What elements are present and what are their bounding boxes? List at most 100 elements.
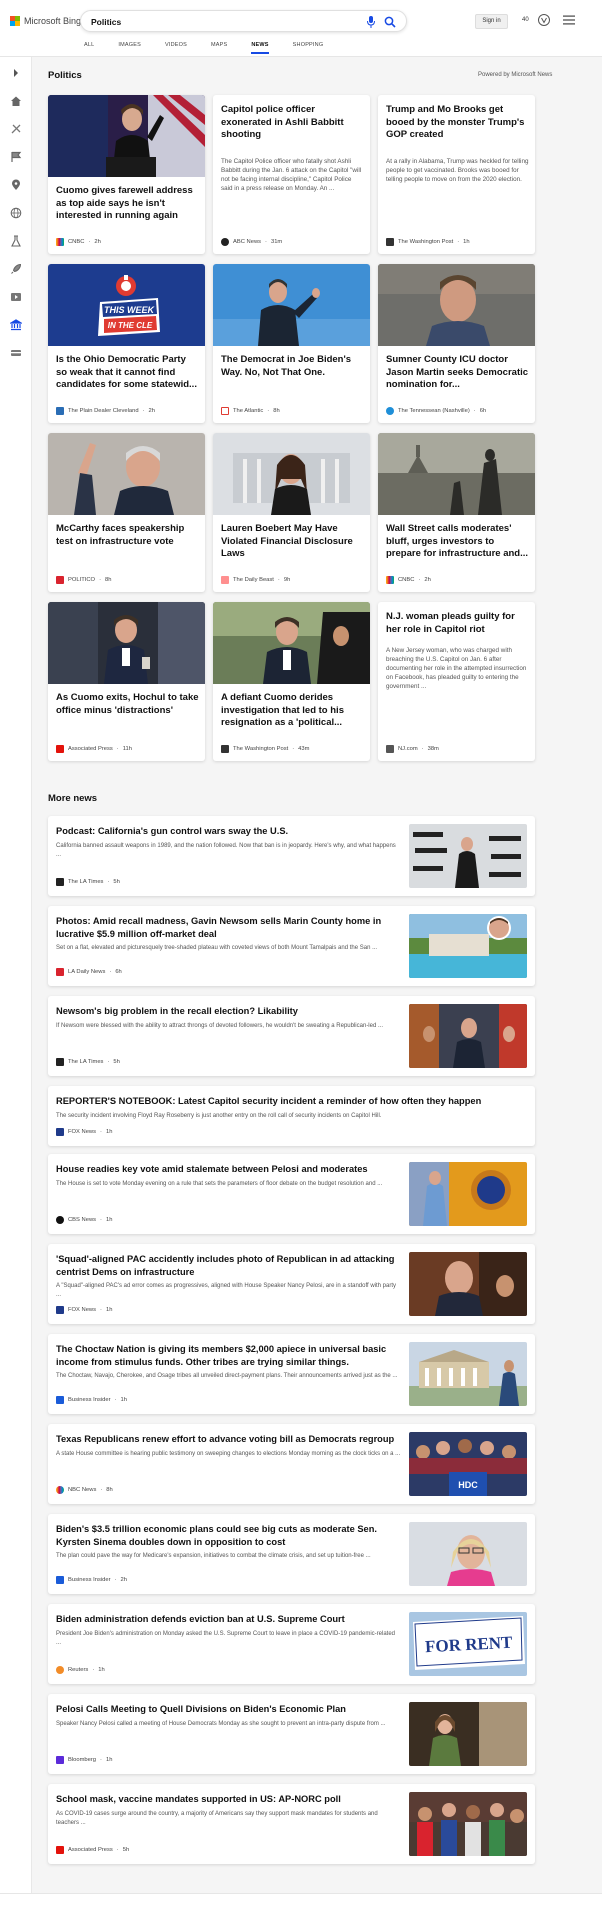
tab-videos[interactable]: VIDEOS	[165, 40, 187, 54]
card-title[interactable]: Sumner County ICU doctor Jason Martin se…	[386, 354, 529, 392]
card-title[interactable]: McCarthy faces speakership test on infra…	[56, 523, 199, 548]
news-list-item[interactable]: Pelosi Calls Meeting to Quell Divisions …	[48, 1694, 535, 1774]
news-title[interactable]: 'Squad'-aligned PAC accidently includes …	[56, 1253, 401, 1278]
source-age: 8h	[105, 577, 112, 583]
news-title[interactable]: Photos: Amid recall madness, Gavin Newso…	[56, 915, 401, 940]
microphone-icon[interactable]	[366, 15, 376, 29]
card-title[interactable]: Is the Ohio Democratic Party so weak tha…	[56, 354, 199, 392]
news-list-item[interactable]: School mask, vaccine mandates supported …	[48, 1784, 535, 1864]
la-times-logo-icon	[56, 878, 64, 886]
news-source: Business Insider · 2h	[56, 1576, 127, 1584]
card-snippet: A New Jersey woman, who was charged with…	[386, 647, 527, 690]
header-bar: Microsoft Bing Sign in 40 ALL IMAGES VID…	[0, 0, 602, 56]
news-list-item[interactable]: Photos: Amid recall madness, Gavin Newso…	[48, 906, 535, 986]
news-card[interactable]: Trump and Mo Brooks get booed by the mon…	[378, 95, 535, 254]
news-card[interactable]: Sumner County ICU doctor Jason Martin se…	[378, 264, 535, 423]
science-icon[interactable]	[10, 235, 22, 247]
card-source: The Washington Post · 1h	[386, 238, 470, 246]
card-title[interactable]: The Democrat in Joe Biden's Way. No, Not…	[221, 354, 364, 379]
source-name: Business Insider	[68, 1397, 111, 1403]
sports-icon[interactable]	[10, 123, 22, 135]
cuomo-podium-image	[48, 95, 205, 177]
news-source: Business Insider · 1h	[56, 1396, 127, 1404]
news-card[interactable]: A defiant Cuomo derides investigation th…	[213, 602, 370, 761]
news-list-item[interactable]: 'Squad'-aligned PAC accidently includes …	[48, 1244, 535, 1324]
home-icon[interactable]	[10, 95, 22, 107]
tab-maps[interactable]: MAPS	[211, 40, 227, 54]
card-title[interactable]: A defiant Cuomo derides investigation th…	[221, 692, 364, 730]
news-card[interactable]: THIS WEEK IN THE CLE Is the Ohio Democra…	[48, 264, 205, 423]
search-input[interactable]	[91, 15, 331, 29]
news-title[interactable]: Podcast: California's gun control wars s…	[56, 825, 401, 838]
card-title[interactable]: Capitol police officer exonerated in Ash…	[221, 104, 364, 142]
video-icon[interactable]	[10, 291, 22, 303]
globe-icon[interactable]	[10, 207, 22, 219]
cuomo-helicopter-image	[213, 602, 370, 684]
thumb-text-in-the-cle: IN THE CLE	[108, 321, 153, 330]
source-age: 31m	[270, 239, 283, 245]
news-list-item[interactable]: Texas Republicans renew effort to advanc…	[48, 1424, 535, 1504]
news-list-item[interactable]: The Choctaw Nation is giving its members…	[48, 1334, 535, 1414]
news-title[interactable]: School mask, vaccine mandates supported …	[56, 1793, 401, 1806]
tennessean-logo-icon	[386, 407, 394, 415]
news-title[interactable]: Biden administration defends eviction ba…	[56, 1613, 401, 1626]
source-age: 8h	[106, 1487, 113, 1493]
card-title[interactable]: N.J. woman pleads guilty for her role in…	[386, 611, 529, 636]
news-source: CBS News · 1h	[56, 1216, 112, 1224]
rewards-medal-icon[interactable]	[537, 13, 551, 27]
hamburger-menu-icon[interactable]	[563, 15, 575, 25]
pelosi-hallway-image	[409, 1702, 527, 1766]
news-title[interactable]: Texas Republicans renew effort to advanc…	[56, 1433, 401, 1446]
politics-icon[interactable]	[10, 319, 22, 331]
location-pin-icon[interactable]	[10, 179, 22, 191]
news-snippet: President Joe Biden's administration on …	[56, 1631, 395, 1646]
source-name: The LA Times	[68, 1059, 104, 1065]
rewards-points[interactable]: 40	[522, 17, 529, 23]
gun-display-image	[409, 824, 527, 888]
for-rent-sign-image: FOR RENT	[409, 1612, 527, 1676]
chevron-right-icon[interactable]	[10, 67, 22, 79]
card-title[interactable]: Cuomo gives farewell address as top aide…	[56, 185, 199, 223]
source-age: 1h	[105, 1307, 113, 1313]
source-name: Business Insider	[68, 1577, 111, 1583]
news-list-item[interactable]: Biden's $3.5 trillion economic plans cou…	[48, 1514, 535, 1594]
news-title[interactable]: House readies key vote amid stalemate be…	[56, 1163, 401, 1176]
flag-icon[interactable]	[10, 151, 22, 163]
news-title[interactable]: Biden's $3.5 trillion economic plans cou…	[56, 1523, 401, 1548]
news-card[interactable]: McCarthy faces speakership test on infra…	[48, 433, 205, 592]
search-icon[interactable]	[384, 15, 396, 29]
news-title[interactable]: The Choctaw Nation is giving its members…	[56, 1343, 401, 1368]
news-card[interactable]: Wall Street calls moderates' bluff, urge…	[378, 433, 535, 592]
news-card[interactable]: As Cuomo exits, Hochul to take office mi…	[48, 602, 205, 761]
news-list-item[interactable]: Biden administration defends eviction ba…	[48, 1604, 535, 1684]
card-title[interactable]: As Cuomo exits, Hochul to take office mi…	[56, 692, 199, 717]
news-list-item[interactable]: Newsom's big problem in the recall elect…	[48, 996, 535, 1076]
news-card[interactable]: The Democrat in Joe Biden's Way. No, Not…	[213, 264, 370, 423]
nj-com-logo-icon	[386, 745, 394, 753]
news-title[interactable]: Newsom's big problem in the recall elect…	[56, 1005, 401, 1018]
tab-all[interactable]: ALL	[84, 40, 94, 54]
news-title[interactable]: Pelosi Calls Meeting to Quell Divisions …	[56, 1703, 401, 1716]
news-card[interactable]: Capitol police officer exonerated in Ash…	[213, 95, 370, 254]
news-list-item[interactable]: House readies key vote amid stalemate be…	[48, 1154, 535, 1234]
texas-democrats-podium-image: HDC	[409, 1432, 527, 1496]
thumb-text-hdc: HDC	[458, 1480, 478, 1490]
card-title[interactable]: Wall Street calls moderates' bluff, urge…	[386, 523, 529, 561]
news-card[interactable]: N.J. woman pleads guilty for her role in…	[378, 602, 535, 761]
source-name: The Tennessean (Nashville)	[398, 408, 470, 414]
tab-images[interactable]: IMAGES	[118, 40, 141, 54]
bing-logo[interactable]: Microsoft Bing	[10, 16, 81, 26]
tab-shopping[interactable]: SHOPPING	[293, 40, 324, 54]
fox-news-logo-icon	[56, 1306, 64, 1314]
card-title[interactable]: Lauren Boebert May Have Violated Financi…	[221, 523, 364, 561]
news-list-item[interactable]: REPORTER'S NOTEBOOK: Latest Capitol secu…	[48, 1086, 535, 1146]
rocket-icon[interactable]	[10, 263, 22, 275]
news-card[interactable]: Lauren Boebert May Have Violated Financi…	[213, 433, 370, 592]
sign-in-button[interactable]: Sign in	[475, 14, 508, 29]
news-title[interactable]: REPORTER'S NOTEBOOK: Latest Capitol secu…	[56, 1095, 526, 1108]
tab-news[interactable]: NEWS	[251, 40, 269, 54]
money-icon[interactable]	[10, 347, 22, 359]
news-list-item[interactable]: Podcast: California's gun control wars s…	[48, 816, 535, 896]
card-title[interactable]: Trump and Mo Brooks get booed by the mon…	[386, 104, 529, 142]
news-card[interactable]: Cuomo gives farewell address as top aide…	[48, 95, 205, 254]
